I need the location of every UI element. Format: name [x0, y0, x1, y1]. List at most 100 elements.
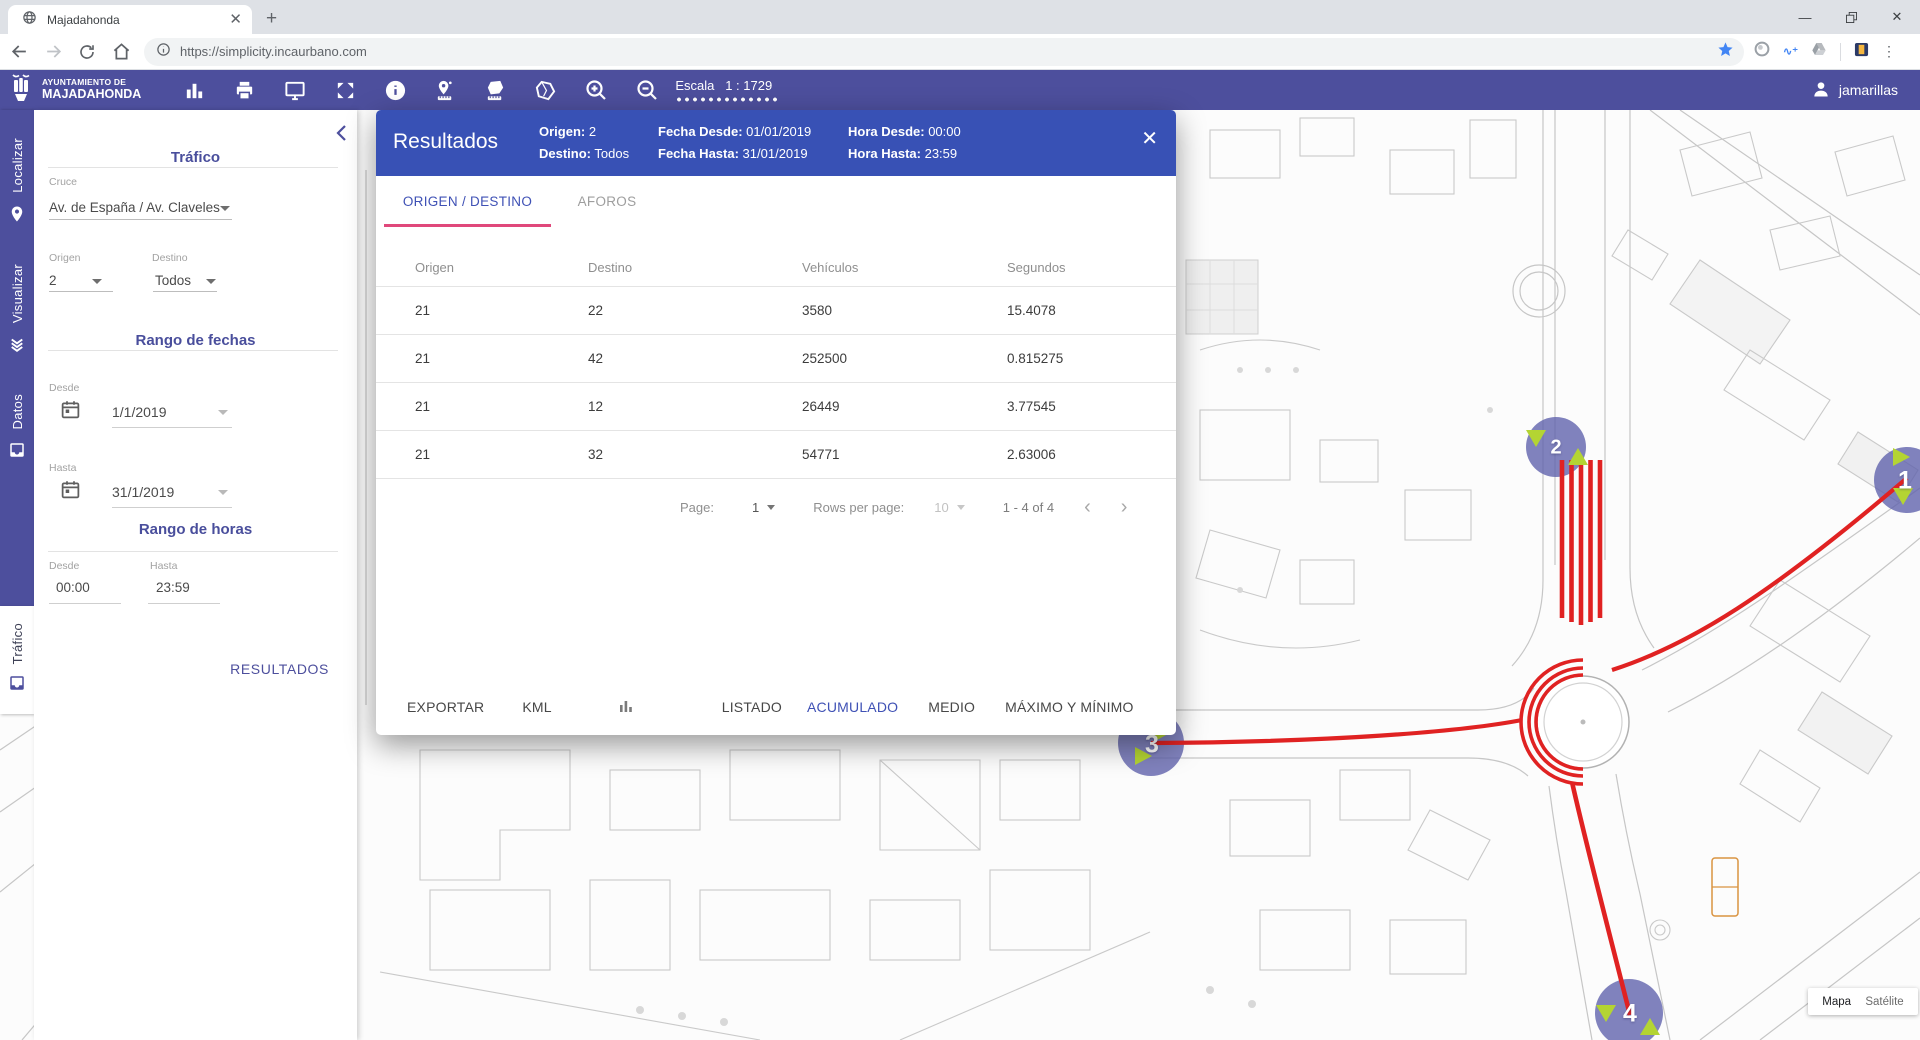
calendar-icon[interactable] — [60, 399, 81, 425]
panel-title: Tráfico — [34, 149, 357, 166]
bookmark-star-icon[interactable] — [1717, 41, 1734, 63]
cruce-label: Cruce — [49, 176, 77, 188]
divider — [48, 551, 338, 552]
map-type-control: Mapa Satélite — [1808, 988, 1918, 1015]
table-row[interactable]: 2132547712.63006 — [376, 430, 1176, 478]
divider — [49, 291, 113, 292]
page-select[interactable]: 1 — [752, 500, 759, 515]
location-pin-icon — [8, 205, 26, 228]
modal-footer: EXPORTAR KML LISTADO ACUMULADO MEDIO MÁX… — [376, 679, 1176, 735]
sidebar-item-localizar[interactable]: Localizar — [8, 138, 26, 228]
chevron-down-icon[interactable] — [767, 505, 775, 510]
chevron-down-icon[interactable] — [220, 206, 230, 211]
extension-circle-icon[interactable] — [1754, 41, 1770, 62]
destino-label: Destino — [152, 252, 188, 264]
next-page-icon[interactable]: › — [1121, 497, 1128, 517]
table-row[interactable]: 2122358015.4078 — [376, 286, 1176, 334]
bar-chart-icon[interactable] — [618, 698, 634, 717]
table-header: Origen Destino Vehículos Segundos — [376, 248, 1176, 286]
previous-page-icon[interactable]: ‹ — [1084, 497, 1091, 517]
chevron-down-icon[interactable] — [218, 490, 228, 495]
results-modal: Resultados Origen: 2 Destino: Todos Fech… — [376, 110, 1176, 735]
origen-label: Origen — [49, 252, 81, 264]
reload-icon[interactable] — [72, 37, 102, 67]
medio-button[interactable]: MEDIO — [928, 699, 975, 715]
close-icon[interactable]: ✕ — [1141, 129, 1158, 149]
home-icon[interactable] — [106, 37, 136, 67]
tab-title: Majadahonda — [47, 13, 229, 27]
divider — [112, 427, 232, 428]
fullscreen-icon[interactable] — [334, 79, 357, 102]
chevron-down-icon[interactable] — [218, 410, 228, 415]
drive-icon[interactable] — [1811, 41, 1827, 62]
rows-per-page-select[interactable]: 10 — [934, 500, 948, 515]
minimize-icon[interactable]: — — [1782, 0, 1828, 34]
user-icon — [1811, 79, 1831, 102]
acumulado-button[interactable]: ACUMULADO — [807, 699, 898, 715]
extension-m-icon[interactable]: ∿⁺ — [1783, 45, 1798, 58]
pagination: Page: 1 Rows per page: 10 1 - 4 of 4 ‹ › — [376, 479, 1176, 535]
modal-title: Resultados — [393, 130, 498, 154]
hora-hasta-input[interactable]: 23:59 — [156, 580, 190, 595]
measure-area-icon[interactable] — [484, 79, 507, 102]
kml-button[interactable]: KML — [522, 699, 551, 715]
polygon-icon[interactable] — [534, 79, 557, 102]
monitor-icon[interactable] — [283, 79, 307, 102]
origen-select[interactable]: 2 — [49, 273, 57, 288]
browser-tab[interactable]: Majadahonda ✕ — [8, 5, 252, 34]
divider — [48, 350, 338, 351]
extension-badge-icon[interactable] — [1854, 42, 1869, 62]
fecha-desde-input[interactable]: 1/1/2019 — [112, 404, 167, 420]
exportar-button[interactable]: EXPORTAR — [407, 699, 484, 715]
calendar-icon[interactable] — [60, 479, 81, 505]
sidebar-item-visualizar[interactable]: Visualizar — [8, 264, 26, 358]
screen: Majadahonda ✕ + — ✕ https:// — [0, 0, 1920, 1040]
hora-desde-input[interactable]: 00:00 — [56, 580, 90, 595]
forward-icon[interactable] — [38, 37, 68, 67]
chevron-down-icon[interactable] — [92, 279, 102, 284]
restore-icon[interactable] — [1828, 0, 1874, 34]
cruce-select[interactable]: Av. de España / Av. Claveles — [49, 200, 220, 215]
table-row[interactable]: 2112264493.77545 — [376, 382, 1176, 430]
browser-titlebar: Majadahonda ✕ + — ✕ — [0, 0, 1920, 34]
chevron-down-icon[interactable] — [957, 505, 965, 510]
inbox-icon — [8, 674, 26, 697]
divider — [148, 603, 220, 604]
zoom-out-icon[interactable] — [635, 78, 659, 102]
layers-icon — [8, 335, 26, 358]
results-table: 2122358015.4078 21422525000.815275 21122… — [376, 286, 1176, 479]
print-icon[interactable] — [233, 79, 256, 102]
maximo-minimo-button[interactable]: MÁXIMO Y MÍNIMO — [1005, 699, 1134, 715]
tab-close-icon[interactable]: ✕ — [229, 12, 242, 27]
url-field[interactable]: https://simplicity.incaurbano.com — [144, 38, 1744, 66]
sidebar-item-trafico[interactable]: Tráfico — [0, 606, 34, 714]
resultados-button[interactable]: RESULTADOS — [230, 661, 329, 677]
map-type-satelite[interactable]: Satélite — [1865, 996, 1903, 1008]
chevron-down-icon[interactable] — [206, 279, 216, 284]
globe-icon — [22, 10, 37, 30]
summary-origen-destino: Origen: 2 Destino: Todos — [539, 121, 629, 165]
back-icon[interactable] — [4, 37, 34, 67]
page-info-icon[interactable] — [156, 42, 171, 62]
collapse-panel-icon[interactable] — [334, 124, 348, 147]
divider — [153, 291, 217, 292]
tab-aforos[interactable]: AFOROS — [551, 176, 663, 227]
new-tab-button[interactable]: + — [266, 8, 277, 30]
close-icon[interactable]: ✕ — [1874, 0, 1920, 34]
info-icon[interactable] — [384, 79, 407, 102]
map-type-mapa[interactable]: Mapa — [1822, 996, 1851, 1008]
measure-distance-icon[interactable] — [434, 79, 457, 102]
sidebar-item-datos[interactable]: Datos — [8, 394, 26, 464]
destino-select[interactable]: Todos — [155, 273, 191, 288]
listado-button[interactable]: LISTADO — [722, 699, 782, 715]
fecha-hasta-input[interactable]: 31/1/2019 — [112, 484, 174, 500]
table-row[interactable]: 21422525000.815275 — [376, 334, 1176, 382]
modal-tabs: ORIGEN / DESTINO AFOROS — [376, 176, 1176, 227]
marker-label-4: 4 — [1623, 1000, 1637, 1029]
sidebar-tab-group: Localizar Visualizar Datos — [0, 110, 34, 606]
tab-origen-destino[interactable]: ORIGEN / DESTINO — [384, 176, 551, 227]
bar-chart-icon[interactable] — [183, 79, 206, 102]
menu-dots-icon[interactable]: ⋮ — [1882, 43, 1896, 60]
zoom-in-icon[interactable] — [584, 78, 608, 102]
user-menu[interactable]: jamarillas — [1811, 79, 1898, 102]
